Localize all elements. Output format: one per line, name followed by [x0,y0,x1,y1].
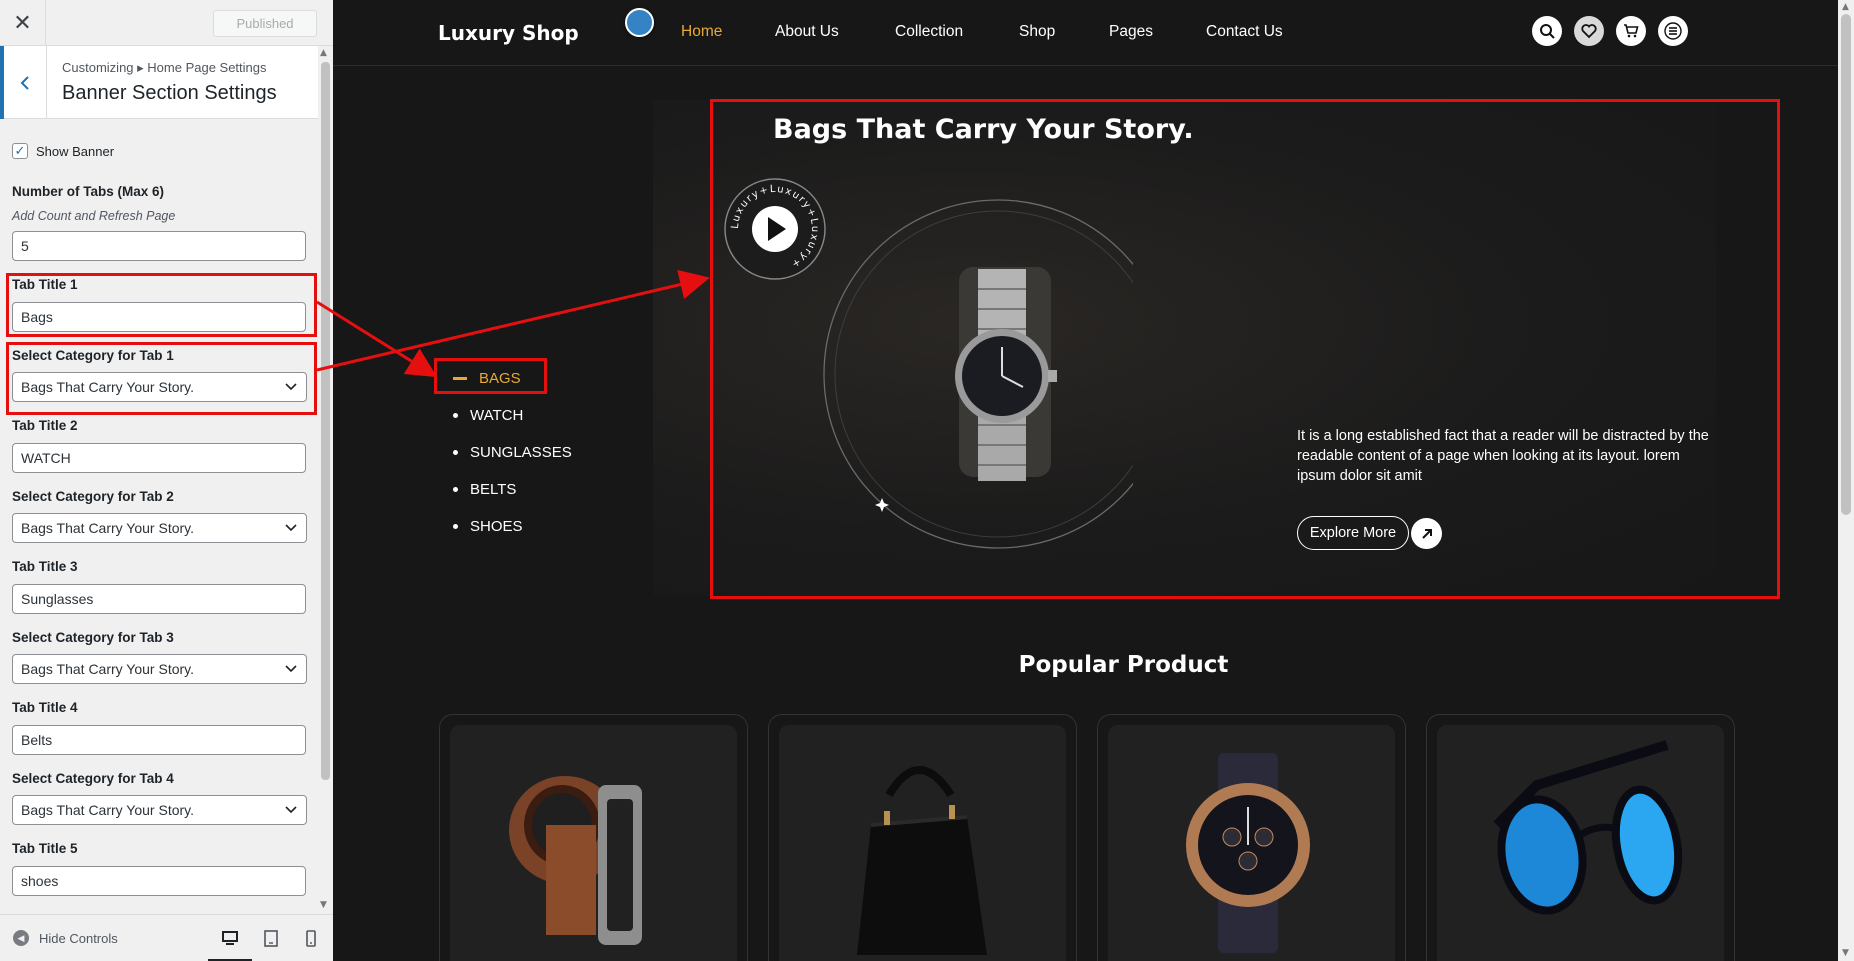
customizer-footer: ◀ Hide Controls [0,914,333,961]
hide-controls-label: Hide Controls [39,930,118,946]
tab-category-3-select[interactable]: Bags That Carry Your Story. [12,654,307,684]
cart-icon[interactable] [1616,16,1646,46]
back-button[interactable] [0,46,47,119]
tab-category-2-label: Select Category for Tab 2 [12,489,174,504]
tab-label: BELTS [470,481,517,498]
scroll-up-arrow-icon[interactable]: ▲ [320,48,327,58]
tab-label: WATCH [470,407,524,424]
product-image-area [450,725,737,961]
handbag-image [857,766,987,955]
tab-belts[interactable]: BELTS [453,481,516,498]
nav-home[interactable]: Home [681,23,722,41]
select-value: Bags That Carry Your Story. [21,520,195,536]
tab-shoes[interactable]: SHOES [453,518,523,535]
customizer-sidebar: ✕ Published Customizing ▸ Home Page Sett… [0,0,333,961]
show-banner-row: ✓ Show Banner [12,143,114,159]
chevron-down-icon [285,665,297,673]
num-tabs-label: Number of Tabs (Max 6) [12,184,165,199]
breadcrumb: Customizing ▸ Home Page Settings [62,60,267,75]
belt-image [509,776,642,945]
product-card[interactable] [1097,714,1406,961]
annotation-box-tab-title [6,273,317,337]
tablet-icon[interactable] [261,928,281,948]
tab-watch[interactable]: WATCH [453,407,523,424]
product-image-area [779,725,1066,961]
select-value: Bags That Carry Your Story. [21,802,195,818]
tab-title-2-label: Tab Title 2 [12,418,78,433]
tab-title-3-label: Tab Title 3 [12,559,78,574]
preview-scroll-down-icon[interactable]: ▼ [1842,948,1849,958]
site-logo[interactable]: Luxury Shop [438,21,579,45]
tab-sunglasses[interactable]: SUNGLASSES [453,444,572,461]
popular-product-title: Popular Product [1018,652,1229,678]
publish-button[interactable]: Published [213,10,317,37]
customizer-topbar: ✕ Published [0,0,333,46]
tab-title-4-input[interactable] [12,725,306,755]
product-card[interactable] [439,714,748,961]
search-icon[interactable] [1532,16,1562,46]
collapse-icon: ◀ [13,930,29,946]
tab-title-2-input[interactable] [12,443,306,473]
bullet [453,413,458,418]
edit-shortcut-icon[interactable] [625,8,654,37]
bullet [453,524,458,529]
tab-title-5-input[interactable] [12,866,306,896]
show-banner-label: Show Banner [36,143,115,159]
section-header: Customizing ▸ Home Page Settings Banner … [0,46,318,119]
nav-collection[interactable]: Collection [895,23,963,41]
product-card[interactable] [1426,714,1735,961]
tab-label: SHOES [470,518,523,535]
wristwatch-image [1186,753,1310,953]
section-title: Banner Section Settings [62,82,277,104]
sunglasses-image [1493,740,1683,915]
product-image-area [1108,725,1395,961]
tab-label: SUNGLASSES [470,444,572,461]
select-value: Bags That Carry Your Story. [21,661,195,677]
num-tabs-desc: Add Count and Refresh Page [12,209,176,223]
hide-controls-button[interactable]: ◀ Hide Controls [13,930,118,946]
annotation-box-active-tab [434,358,547,394]
heart-icon[interactable] [1574,16,1604,46]
scroll-down-arrow-icon[interactable]: ▼ [320,900,327,910]
nav-shop[interactable]: Shop [1019,23,1055,41]
show-banner-checkbox[interactable]: ✓ [12,143,28,159]
chevron-left-icon [20,75,29,90]
tab-category-4-select[interactable]: Bags That Carry Your Story. [12,795,307,825]
bullet [453,450,458,455]
preview-scroll-thumb[interactable] [1841,14,1851,515]
close-customizer-button[interactable]: ✕ [0,0,46,46]
mobile-icon[interactable] [301,928,321,948]
desktop-icon[interactable] [220,928,240,948]
chevron-down-icon [285,806,297,814]
product-image-area [1437,725,1724,961]
tab-category-3-label: Select Category for Tab 3 [12,630,174,645]
sidebar-scroll-thumb[interactable] [321,62,330,780]
nav-contact[interactable]: Contact Us [1206,23,1283,41]
bullet [453,487,458,492]
tab-category-4-label: Select Category for Tab 4 [12,771,174,786]
nav-about[interactable]: About Us [775,23,839,41]
site-header: Luxury Shop Home About Us Collection Sho… [333,0,1838,66]
nav-pages[interactable]: Pages [1109,23,1153,41]
annotation-box-banner [710,99,1780,599]
tab-title-5-label: Tab Title 5 [12,841,78,856]
tab-category-2-select[interactable]: Bags That Carry Your Story. [12,513,307,543]
tab-title-4-label: Tab Title 4 [12,700,78,715]
num-tabs-input[interactable] [12,231,306,261]
menu-icon[interactable] [1658,16,1688,46]
product-card[interactable] [768,714,1077,961]
tab-title-3-input[interactable] [12,584,306,614]
annotation-box-tab-category [6,342,317,415]
chevron-down-icon [285,524,297,532]
preview-scroll-up-icon[interactable]: ▲ [1842,2,1849,12]
